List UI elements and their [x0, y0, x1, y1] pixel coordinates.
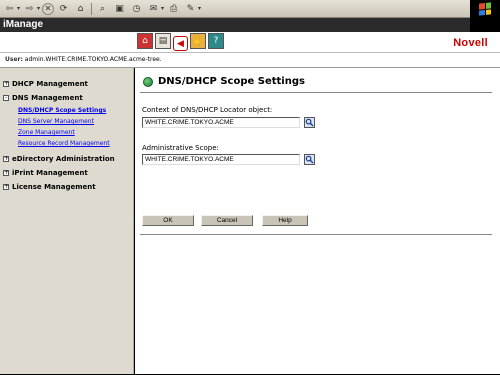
- browser-toolbar: ⇦ ▾ ⇨ ▾ ✕ ⟳ ⌂ ⌕ ▣ ◷ ✉ ▾ ⎙ ✎ ▾: [0, 0, 500, 18]
- search-icon[interactable]: ⌕: [95, 2, 110, 16]
- locator-context-label: Context of DNS/DHCP Locator object:: [142, 106, 273, 114]
- locator-browse-button[interactable]: [304, 117, 315, 128]
- configure-icon[interactable]: ✋: [190, 33, 206, 49]
- edit-dropdown-icon[interactable]: ▾: [198, 5, 201, 12]
- nav-link-resource-record-management[interactable]: Resource Record Management: [18, 138, 133, 149]
- ok-button[interactable]: OK: [142, 215, 194, 226]
- nav-group-label[interactable]: iPrint Management: [12, 169, 88, 177]
- globe-icon: [143, 76, 153, 87]
- nav-link-dns-dhcp-scope-settings[interactable]: DNS/DHCP Scope Settings: [18, 105, 133, 116]
- footer-divider: [140, 234, 492, 235]
- page-title: DNS/DHCP Scope Settings: [158, 76, 305, 87]
- expand-icon[interactable]: +: [3, 81, 9, 87]
- history-icon[interactable]: ◷: [129, 2, 144, 16]
- nav-group-label[interactable]: DHCP Management: [12, 80, 88, 88]
- nav-group-dhcp-management[interactable]: + DHCP Management: [3, 80, 133, 88]
- expand-icon[interactable]: +: [3, 156, 9, 162]
- print-icon[interactable]: ⎙: [166, 2, 181, 16]
- header-toolbar: ⌂ ▤ ◀ ✋ ?: [137, 33, 224, 51]
- nav-group-label[interactable]: DNS Management: [12, 94, 83, 102]
- stop-icon[interactable]: ✕: [42, 2, 55, 15]
- expand-icon[interactable]: +: [3, 170, 9, 176]
- nav-group-label[interactable]: eDirectory Administration: [12, 155, 115, 163]
- novell-logo: Novell: [453, 37, 488, 49]
- forward-dropdown-icon[interactable]: ▾: [37, 5, 40, 12]
- nav-group-label[interactable]: License Management: [12, 183, 96, 191]
- help-button[interactable]: Help: [262, 215, 308, 226]
- home-page-icon[interactable]: ◀: [173, 36, 188, 51]
- cancel-button[interactable]: Cancel: [201, 215, 253, 226]
- windows-logo-icon: [470, 0, 500, 18]
- view-objects-icon[interactable]: ▤: [155, 33, 171, 49]
- left-nav: + DHCP Management - DNS Management DNS/D…: [0, 68, 134, 374]
- expand-icon[interactable]: +: [3, 184, 9, 190]
- collapse-icon[interactable]: -: [3, 95, 9, 101]
- nav-subitems-dns: DNS/DHCP Scope Settings DNS Server Manag…: [18, 105, 133, 149]
- edit-icon[interactable]: ✎: [183, 2, 198, 16]
- page-heading: DNS/DHCP Scope Settings: [143, 76, 305, 87]
- refresh-icon[interactable]: ⟳: [56, 2, 71, 16]
- heading-divider: [140, 92, 492, 93]
- forward-icon[interactable]: ⇨: [22, 2, 37, 16]
- main-content: DNS/DHCP Scope Settings Context of DNS/D…: [135, 68, 500, 374]
- toolbar-divider: [91, 2, 93, 15]
- nav-group-edirectory-administration[interactable]: + eDirectory Administration: [3, 155, 133, 163]
- mail-dropdown-icon[interactable]: ▾: [161, 5, 164, 12]
- action-buttons: OK Cancel Help: [142, 215, 308, 226]
- nav-group-dns-management[interactable]: - DNS Management: [3, 94, 133, 102]
- title-bar-end: [470, 18, 500, 32]
- user-value: admin.WHITE.CRIME.TOKYO.ACME.acme-tree.: [24, 56, 162, 63]
- locator-context-input[interactable]: WHITE.CRIME.TOKYO.ACME: [142, 117, 300, 128]
- back-dropdown-icon[interactable]: ▾: [17, 5, 20, 12]
- nav-link-dns-server-management[interactable]: DNS Server Management: [18, 116, 133, 127]
- magnifier-icon: [305, 155, 314, 164]
- home-icon[interactable]: ⌂: [73, 2, 88, 16]
- user-label: User:: [5, 56, 23, 63]
- app-title: iManage: [0, 18, 500, 32]
- mail-icon[interactable]: ✉: [146, 2, 161, 16]
- app-header: iManage ⌂ ▤ ◀ ✋ ? Novell User: admin.WHI…: [0, 18, 500, 68]
- back-icon[interactable]: ⇦: [2, 2, 17, 16]
- nav-link-zone-management[interactable]: Zone Management: [18, 127, 133, 138]
- role-tasks-icon[interactable]: ⌂: [137, 33, 153, 49]
- nav-group-iprint-management[interactable]: + iPrint Management: [3, 169, 133, 177]
- admin-scope-label: Administrative Scope:: [142, 144, 219, 152]
- user-bar: User: admin.WHITE.CRIME.TOKYO.ACME.acme-…: [0, 52, 500, 68]
- admin-scope-input[interactable]: WHITE.CRIME.TOKYO.ACME: [142, 154, 300, 165]
- help-book-icon[interactable]: ?: [208, 33, 224, 49]
- scope-browse-button[interactable]: [304, 154, 315, 165]
- nav-group-license-management[interactable]: + License Management: [3, 183, 133, 191]
- favorites-icon[interactable]: ▣: [112, 2, 127, 16]
- magnifier-icon: [305, 118, 314, 127]
